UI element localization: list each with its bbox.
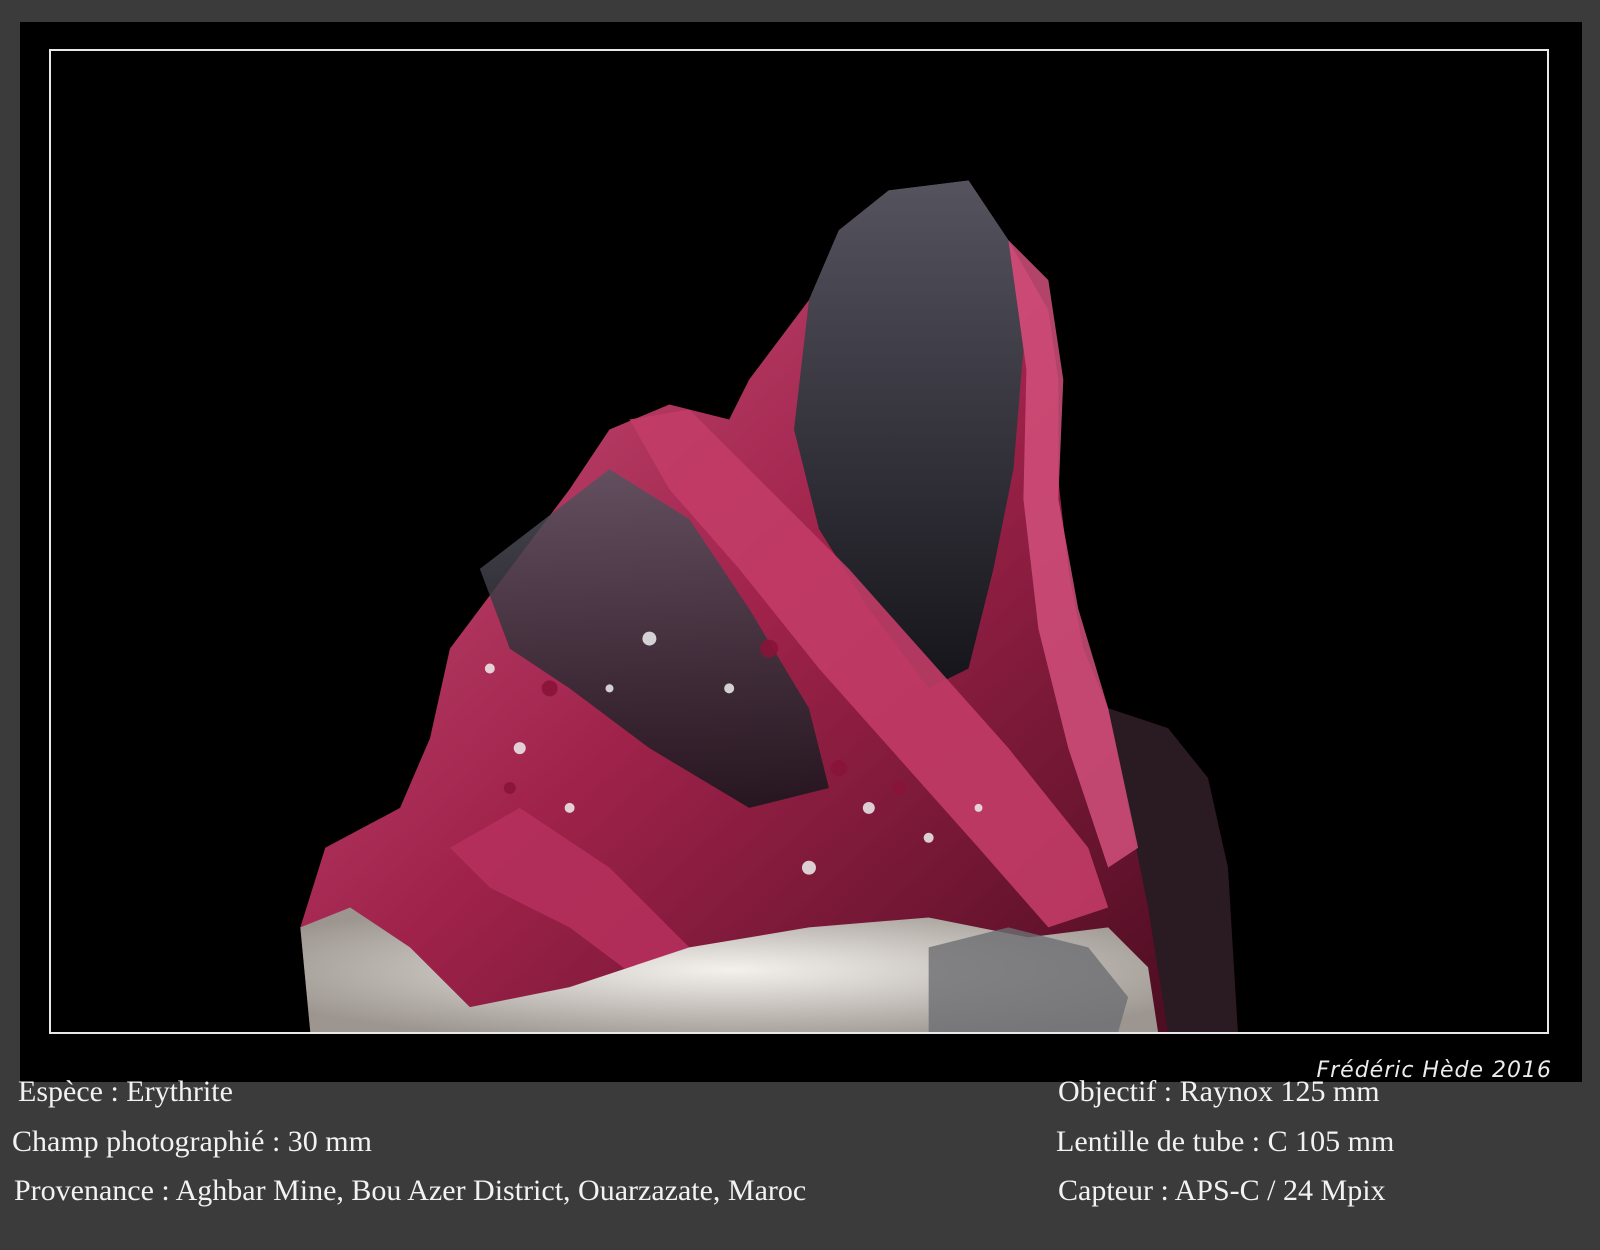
mineral-specimen-photo (51, 51, 1547, 1032)
caption-tube-lens: Lentille de tube : C 105 mm (1056, 1125, 1395, 1158)
caption-sensor: Capteur : APS-C / 24 Mpix (1058, 1174, 1386, 1207)
caption-provenance: Provenance : Aghbar Mine, Bou Azer Distr… (14, 1174, 807, 1207)
caption-objective: Objectif : Raynox 125 mm (1058, 1075, 1380, 1108)
caption-species: Espèce : Erythrite (18, 1075, 233, 1108)
photo-border (49, 49, 1549, 1034)
photo-frame: Frédéric Hède 2016 (20, 22, 1582, 1083)
caption-field-of-view: Champ photographié : 30 mm (12, 1125, 372, 1158)
